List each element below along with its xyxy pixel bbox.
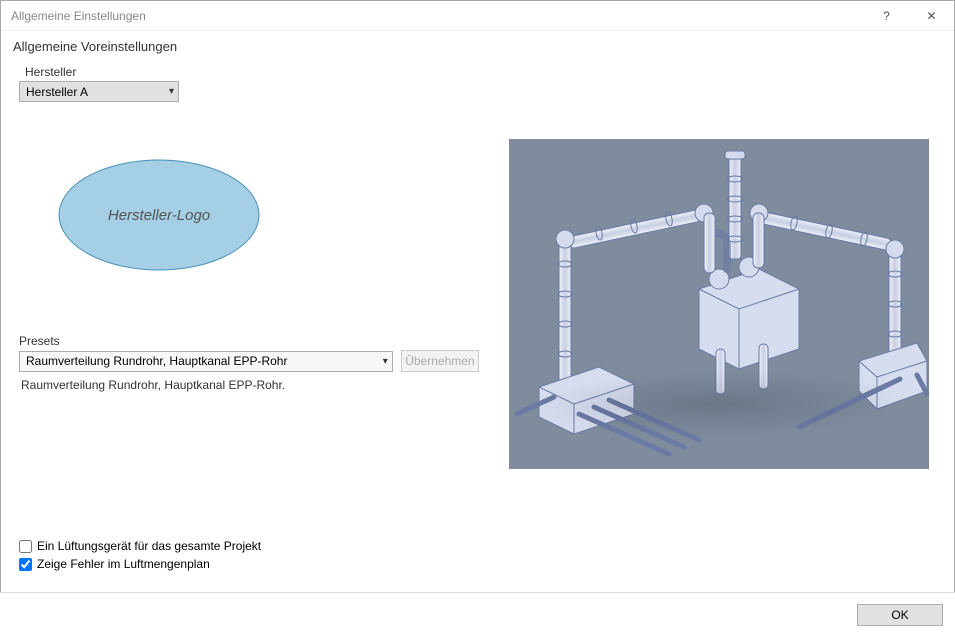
apply-button: Übernehmen [401,350,479,372]
presets-area: Presets Raumverteilung Rundrohr, Hauptka… [19,334,479,392]
checkbox-single-unit[interactable]: Ein Lüftungsgerät für das gesamte Projek… [19,539,261,553]
chevron-down-icon: ▾ [169,86,174,97]
chevron-down-icon: ▾ [383,356,388,367]
manufacturer-dropdown[interactable]: Hersteller A ▾ [19,81,179,102]
checkbox-show-errors[interactable]: Zeige Fehler im Luftmengenplan [19,557,261,571]
preset-description: Raumverteilung Rundrohr, Hauptkanal EPP-… [21,378,479,392]
presets-dropdown[interactable]: Raumverteilung Rundrohr, Hauptkanal EPP-… [19,351,393,372]
close-button[interactable]: ✕ [909,1,954,31]
checkbox-show-errors-label: Zeige Fehler im Luftmengenplan [37,557,210,571]
manufacturer-logo-box: Hersteller-Logo [19,116,299,314]
checkbox-single-unit-label: Ein Lüftungsgerät für das gesamte Projek… [37,539,261,553]
dialog-footer: OK [0,592,955,636]
shadow [513,369,926,439]
help-button[interactable]: ? [864,1,909,31]
checkbox-single-unit-input[interactable] [19,540,32,553]
window-title: Allgemeine Einstellungen [11,9,146,23]
manufacturer-logo: Hersteller-Logo [54,155,264,275]
presets-selected: Raumverteilung Rundrohr, Hauptkanal EPP-… [26,354,287,368]
ok-button[interactable]: OK [857,604,943,626]
checkbox-group: Ein Lüftungsgerät für das gesamte Projek… [19,539,261,575]
group-title: Allgemeine Voreinstellungen [13,39,942,54]
dialog-window: Allgemeine Einstellungen ? ✕ Allgemeine … [0,0,955,636]
presets-label: Presets [19,334,479,348]
left-column: Hersteller Hersteller A ▾ Hersteller-Log… [19,63,479,392]
close-icon: ✕ [926,9,936,23]
help-icon: ? [883,9,890,23]
checkbox-show-errors-input[interactable] [19,558,32,571]
preview-3d-panel[interactable] [509,139,929,469]
content-area: Allgemeine Voreinstellungen Hersteller H… [1,31,954,591]
manufacturer-selected: Hersteller A [26,85,88,99]
logo-text: Hersteller-Logo [54,155,264,275]
titlebar: Allgemeine Einstellungen ? ✕ [1,1,954,31]
manufacturer-label: Hersteller [25,65,479,79]
